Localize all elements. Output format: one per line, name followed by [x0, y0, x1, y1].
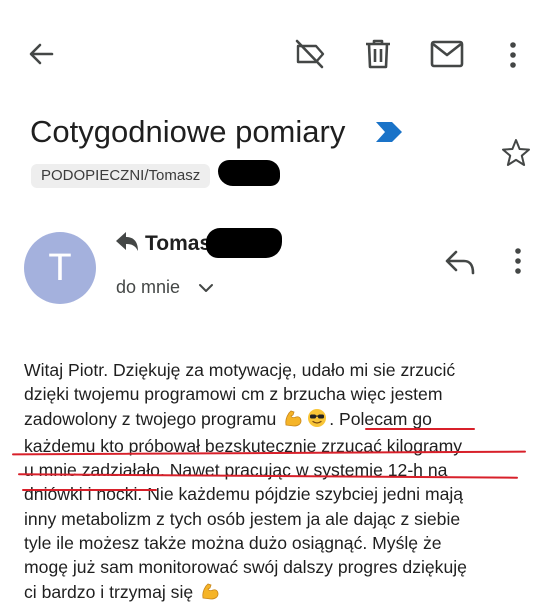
body-line: dniówki i nocki. Nie każdemu pójdzie szy… — [24, 482, 530, 506]
highlight-underline — [365, 428, 475, 430]
replied-icon — [114, 230, 140, 254]
label-chip[interactable]: PODOPIECZNI/Tomasz — [31, 164, 211, 188]
back-arrow-icon[interactable] — [26, 39, 56, 69]
redaction-mark — [218, 160, 280, 186]
email-body: Witaj Piotr. Dziękuję za motywację, udał… — [24, 358, 530, 607]
chevron-down-icon[interactable] — [198, 281, 214, 295]
highlight-underline — [22, 489, 157, 491]
body-line: ci bardzo i trzymaj się — [24, 580, 530, 607]
body-line: dzięki twojemu programowi cm z brzucha w… — [24, 384, 443, 405]
flexed-biceps-emoji-icon — [200, 581, 220, 607]
importance-marker-icon — [375, 121, 403, 143]
reply-icon[interactable] — [444, 249, 476, 275]
mail-icon[interactable] — [430, 40, 464, 68]
star-icon[interactable] — [500, 137, 532, 169]
body-text: zadowolony z twojego programu — [24, 408, 277, 429]
redaction-mark — [206, 228, 282, 258]
body-line: Witaj Piotr. Dziękuję za motywację, udał… — [24, 360, 456, 380]
recipient-label[interactable]: do mnie — [116, 277, 180, 298]
body-text: Nie każdemu pójdzie szybciej jedni mają — [142, 484, 464, 505]
body-text: Polecam go — [334, 408, 432, 429]
body-line: mogę już sam monitorować swój dalszy pro… — [24, 557, 467, 578]
body-line: inny metabolizm z tych osób jestem ja al… — [24, 508, 461, 529]
body-line: tyle ile możesz także można dużo osiągną… — [24, 533, 442, 554]
label-off-icon[interactable] — [294, 39, 326, 69]
flexed-biceps-emoji-icon — [283, 408, 303, 434]
avatar[interactable]: T — [24, 232, 96, 304]
body-text: ci bardzo i trzymaj się — [24, 581, 194, 602]
sunglasses-emoji-icon — [307, 408, 327, 434]
body-text: dniówki i nocki. — [24, 484, 143, 505]
email-subject: Cotygodniowe pomiary — [30, 114, 346, 149]
body-line: u mnie zadziałało. Nawet pracując w syst… — [24, 460, 448, 481]
more-vertical-icon[interactable] — [512, 246, 524, 276]
trash-icon[interactable] — [364, 38, 392, 70]
more-vertical-icon[interactable] — [506, 40, 520, 70]
